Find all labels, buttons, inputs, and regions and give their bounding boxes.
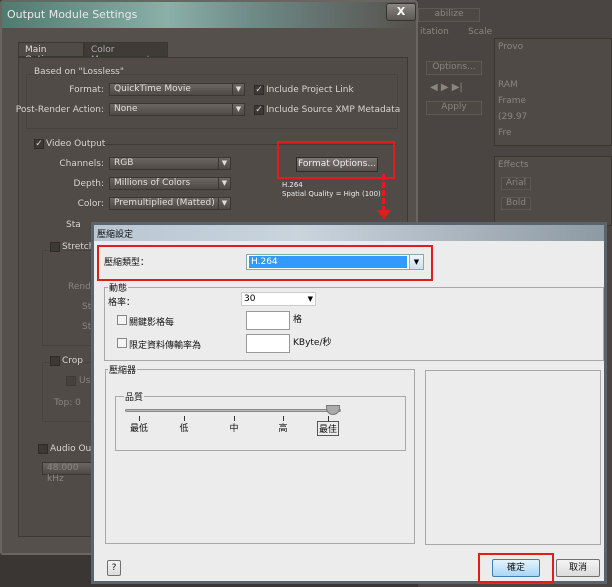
video-output-label: Video Output xyxy=(46,139,106,149)
cancel-button[interactable]: 取消 xyxy=(556,559,600,577)
quality-tick-label[interactable]: 低 xyxy=(174,421,194,434)
data-rate-unit: KByte/秒 xyxy=(293,338,332,348)
codec-info: H.264 xyxy=(282,181,303,189)
limit-data-rate-label: 限定資料傳輸率為 xyxy=(129,341,202,351)
based-on-label: Based on "Lossless" xyxy=(34,67,124,77)
arrow-line xyxy=(382,174,385,212)
chevron-down-icon: ▼ xyxy=(232,84,244,95)
include-project-link-label: Include Project Link xyxy=(266,85,354,95)
limit-data-rate-checkbox[interactable] xyxy=(117,338,127,348)
keyframe-unit: 格 xyxy=(293,315,303,325)
chevron-down-icon: ▼ xyxy=(218,178,230,189)
post-render-select[interactable]: None ▼ xyxy=(109,103,245,116)
bg-text: Effects xyxy=(498,160,529,170)
color-value: Premultiplied (Matted) xyxy=(114,198,215,208)
chevron-down-icon[interactable]: ▼ xyxy=(409,255,423,269)
channels-select[interactable]: RGB ▼ xyxy=(109,157,231,170)
compression-type-select[interactable]: H.264 ▼ xyxy=(246,254,424,270)
bg-text: Frame xyxy=(498,96,527,106)
bg-text: Provo xyxy=(498,42,524,52)
channels-label: Channels: xyxy=(59,159,104,169)
compression-settings-dialog: 壓縮設定 壓縮類型： H.264 ▼ 動態 格率： 30 ▼ 關鍵影格每 格 限定… xyxy=(91,222,607,584)
motion-group-label: 動態 xyxy=(108,281,129,294)
tab-main-options[interactable]: Main Options xyxy=(18,42,84,65)
format-label: Format: xyxy=(69,85,104,95)
dialog-title: 壓縮設定 xyxy=(94,225,604,241)
quality-tick-label[interactable]: 高 xyxy=(273,421,293,434)
crop-checkbox[interactable] xyxy=(50,356,60,366)
highlight-box xyxy=(277,141,395,179)
include-project-link-checkbox[interactable]: ✓ xyxy=(254,85,264,95)
chevron-down-icon: ▼ xyxy=(218,198,230,209)
use-roi-checkbox[interactable] xyxy=(66,376,76,386)
channels-value: RGB xyxy=(114,158,134,168)
post-render-value: None xyxy=(114,104,138,114)
crop-top-label: Top: 0 xyxy=(54,398,81,408)
bg-text: abilize xyxy=(434,9,464,19)
compressor-group-label: 壓縮器 xyxy=(108,363,138,376)
crop-label: Crop xyxy=(62,356,84,366)
preview-panel xyxy=(425,370,601,545)
format-value: QuickTime Movie xyxy=(114,84,191,94)
help-button[interactable]: ? xyxy=(107,560,121,576)
compression-type-value: H.264 xyxy=(248,255,408,269)
quality-tick-label[interactable]: 最低 xyxy=(129,421,149,434)
start-label: Sta xyxy=(66,220,81,230)
bg-effects-panel: Effects Arial Bold xyxy=(494,156,612,226)
keyframe-label: 關鍵影格每 xyxy=(129,318,175,328)
chevron-down-icon: ▼ xyxy=(218,158,230,169)
bg-preview-panel: Provo RAM Frame (29.97 Fre xyxy=(494,38,612,146)
bg-dropdown: abilize xyxy=(418,8,480,22)
color-select[interactable]: Premultiplied (Matted) ▼ xyxy=(109,197,231,210)
include-xmp-checkbox[interactable]: ✓ xyxy=(254,105,264,115)
stretch-field-label: St xyxy=(82,302,92,312)
depth-label: Depth: xyxy=(73,179,104,189)
stretch-label: Stretch xyxy=(62,242,95,252)
tab-color-management[interactable]: Color Management xyxy=(84,42,168,65)
bg-text: Bold xyxy=(501,197,531,210)
bg-text: RAM xyxy=(498,80,518,90)
quality-group xyxy=(115,396,406,451)
use-roi-label: Us xyxy=(79,376,91,386)
ok-button[interactable]: 確定 xyxy=(492,559,540,577)
arrow-down-icon xyxy=(377,210,391,220)
color-label: Color: xyxy=(77,199,104,209)
bg-text: Scale xyxy=(468,27,493,37)
bg-options-button: Options... xyxy=(426,61,482,75)
frame-rate-label: 格率： xyxy=(108,298,136,308)
stretch-field-label: St xyxy=(82,322,92,332)
frame-rate-value: 30 xyxy=(244,294,256,304)
stretch-checkbox[interactable] xyxy=(50,242,60,252)
bg-text: (29.97 xyxy=(498,112,528,122)
keyframe-input[interactable] xyxy=(246,311,290,330)
audio-output-checkbox[interactable] xyxy=(38,444,48,454)
quality-tick-label[interactable]: 最佳 xyxy=(317,421,339,436)
quality-slider-track[interactable] xyxy=(125,409,341,412)
audio-output-label: Audio Out xyxy=(50,444,95,454)
chevron-down-icon: ▼ xyxy=(307,295,313,303)
post-render-label: Post-Render Action: xyxy=(15,105,104,115)
close-button[interactable]: X xyxy=(386,3,416,21)
format-select[interactable]: QuickTime Movie ▼ xyxy=(109,83,245,96)
window-title: Output Module Settings xyxy=(2,2,416,28)
include-xmp-label: Include Source XMP Metadata xyxy=(266,105,401,115)
bg-text: Arial xyxy=(501,177,531,190)
bg-text: Fre xyxy=(498,128,512,138)
depth-value: Millions of Colors xyxy=(114,178,191,188)
data-rate-input[interactable] xyxy=(246,334,290,353)
chevron-down-icon: ▼ xyxy=(232,104,244,115)
quality-group-label: 品質 xyxy=(124,390,145,403)
quality-info: Spatial Quality = High (100) xyxy=(282,190,381,198)
depth-select[interactable]: Millions of Colors ▼ xyxy=(109,177,231,190)
frame-rate-select[interactable]: 30 ▼ xyxy=(241,292,316,306)
keyframe-checkbox[interactable] xyxy=(117,315,127,325)
compression-type-label: 壓縮類型： xyxy=(104,258,150,268)
video-output-checkbox[interactable]: ✓ xyxy=(34,139,44,149)
bg-apply-button: Apply xyxy=(426,101,482,115)
bg-playback-icons: ◀ ▶ ▶| xyxy=(430,82,463,93)
bg-text: itation xyxy=(420,27,449,37)
quality-tick-label[interactable]: 中 xyxy=(224,421,244,434)
